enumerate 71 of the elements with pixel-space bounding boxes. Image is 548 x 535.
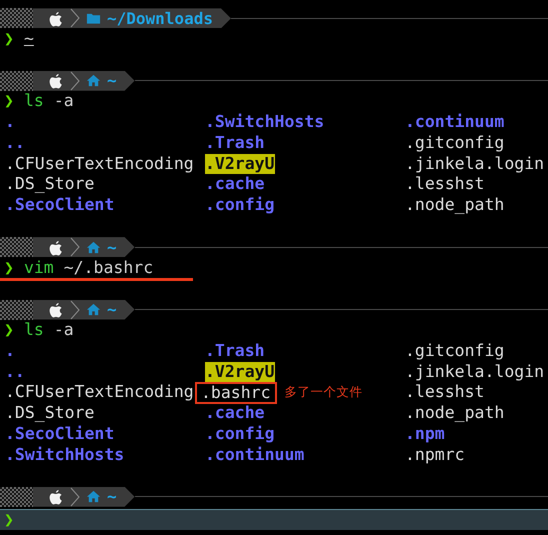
- prompt-path: ~: [107, 300, 117, 320]
- file-name: .continuum: [205, 444, 304, 466]
- file-name: .jinkela.login: [405, 154, 544, 174]
- separator-icon: [70, 70, 80, 91]
- file-name: .npmrc: [405, 444, 465, 466]
- file-name: .V2rayU: [205, 362, 275, 382]
- file-name: .SecoClient: [5, 424, 114, 445]
- prompt-pattern: [0, 237, 33, 258]
- file-name: .CFUserTextEncoding: [5, 154, 194, 174]
- command-text: ls: [24, 91, 44, 112]
- command-text: vim: [24, 258, 54, 278]
- separator-icon: [70, 237, 80, 258]
- file-name: .lesshst: [405, 174, 484, 196]
- file-name: .config: [205, 195, 275, 216]
- separator-icon: [70, 8, 80, 28]
- command-text: ls: [24, 320, 44, 341]
- command-argument: ~: [24, 28, 34, 50]
- separator-icon: [70, 300, 80, 320]
- command-input[interactable]: ❯: [0, 509, 548, 530]
- file-name: .npm: [405, 424, 445, 445]
- apple-icon: [47, 238, 64, 256]
- prompt-symbol: ❯: [4, 258, 14, 278]
- prompt-symbol: ❯: [4, 91, 14, 112]
- file-name: ..: [5, 132, 25, 154]
- annotation-note: 多了一个文件: [284, 383, 363, 402]
- house-icon: [86, 302, 101, 318]
- prompt-path: ~: [107, 238, 117, 257]
- file-name: .config: [205, 424, 275, 445]
- file-name: .: [5, 340, 15, 362]
- prompt-path: ~/Downloads: [107, 8, 213, 28]
- file-name: .gitconfig: [405, 340, 504, 362]
- file-name: .SecoClient: [5, 195, 114, 216]
- file-name: .cache: [205, 174, 265, 196]
- prompt-symbol: ❯: [4, 28, 14, 50]
- boxed-file-name: .bashrc: [197, 384, 275, 402]
- file-name: .Trash: [205, 340, 265, 362]
- apple-icon: [47, 488, 64, 506]
- file-name: .DS_Store: [5, 403, 94, 424]
- prompt-pattern: [0, 486, 33, 507]
- file-name: .SwitchHosts: [205, 112, 324, 133]
- prompt-pattern: [0, 300, 33, 320]
- file-name: .jinkela.login: [405, 362, 544, 382]
- file-name: .node_path: [405, 403, 504, 424]
- prompt-pattern: [0, 8, 33, 28]
- prompt-path: ~: [107, 487, 117, 506]
- file-name: .gitconfig: [405, 132, 504, 154]
- apple-icon: [47, 301, 64, 318]
- command-argument: -a: [54, 320, 74, 341]
- apple-icon: [47, 10, 64, 27]
- prompt-pattern: [0, 70, 33, 91]
- file-name: .lesshst: [405, 382, 484, 404]
- file-name: .node_path: [405, 195, 504, 216]
- file-name: .Trash: [205, 132, 265, 154]
- command-argument: ~/.bashrc: [64, 258, 154, 278]
- house-icon: [86, 240, 101, 255]
- file-name: .SwitchHosts: [5, 444, 124, 466]
- prompt-path: ~: [107, 71, 117, 90]
- file-name: .: [5, 112, 15, 133]
- apple-icon: [47, 72, 64, 90]
- file-name: ..: [5, 362, 25, 382]
- file-name: .V2rayU: [205, 154, 275, 174]
- file-name: .continuum: [405, 112, 504, 133]
- house-icon: [86, 489, 101, 504]
- file-name: .DS_Store: [5, 174, 94, 196]
- file-name: .cache: [205, 403, 265, 424]
- prompt-symbol: ❯: [4, 320, 14, 341]
- prompt-symbol: ❯: [4, 510, 14, 530]
- separator-icon: [70, 486, 80, 507]
- house-icon: [86, 73, 101, 88]
- file-name: .CFUserTextEncoding: [5, 382, 194, 404]
- command-argument: -a: [54, 91, 74, 112]
